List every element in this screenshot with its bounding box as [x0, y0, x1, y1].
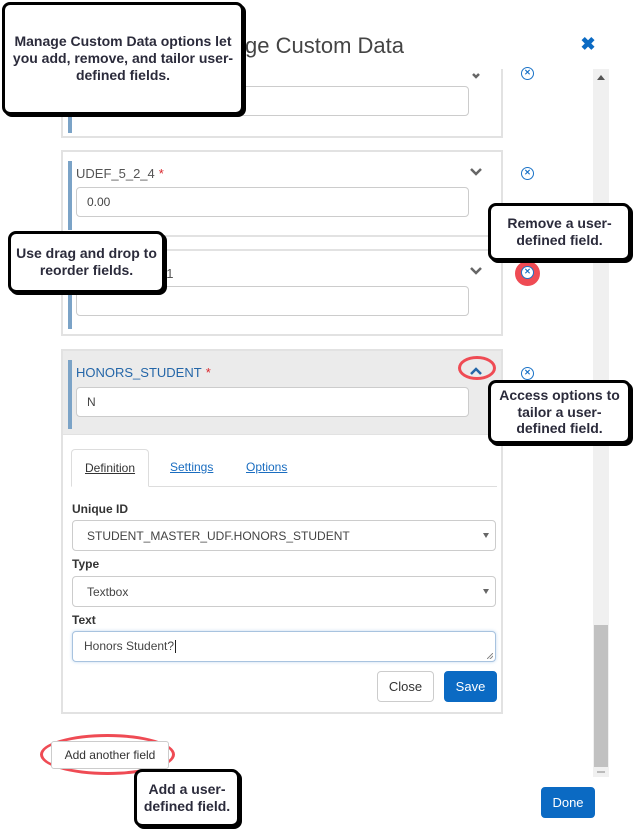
unique-id-select[interactable]: STUDENT_MASTER_UDF.HONORS_STUDENT — [72, 520, 496, 551]
callout-intro: Manage Custom Data options let you add, … — [2, 2, 244, 115]
close-dialog-button[interactable]: ✖ — [578, 34, 598, 54]
tab-options[interactable]: Options — [246, 449, 287, 486]
dropdown-caret-icon — [483, 589, 489, 594]
resize-handle[interactable] — [487, 653, 493, 659]
type-select[interactable]: Textbox — [72, 576, 496, 607]
tab-settings[interactable]: Settings — [170, 449, 213, 486]
callout-remove: Remove a user-defined field. — [488, 203, 631, 261]
close-x-icon: ✖ — [580, 34, 596, 54]
unique-id-label: Unique ID — [72, 502, 128, 516]
type-label: Type — [72, 557, 100, 571]
dropdown-caret-icon — [483, 533, 489, 538]
text-value: Honors Student? — [84, 639, 175, 653]
scroll-down-arrow-icon[interactable] — [597, 771, 605, 773]
text-cursor — [175, 640, 177, 654]
tab-definition[interactable]: Definition — [71, 449, 150, 487]
drag-handle[interactable] — [68, 360, 72, 429]
field-options-panel: Definition Settings Options Unique ID ST… — [61, 435, 503, 714]
scroll-up-arrow-icon[interactable] — [597, 75, 605, 80]
type-value: Textbox — [87, 585, 129, 599]
unique-id-value: STUDENT_MASTER_UDF.HONORS_STUDENT — [87, 529, 350, 543]
highlight-ring — [458, 356, 496, 380]
field-value-input[interactable]: N — [76, 387, 469, 417]
field-label: UDEF_5_2_4 * — [76, 166, 164, 181]
callout-drag-drop: Use drag and drop to reorder fields. — [8, 231, 165, 293]
field-card-active[interactable]: HONORS_STUDENT * N — [61, 349, 503, 436]
done-button[interactable]: Done — [541, 787, 595, 818]
chevron-down-icon[interactable] — [469, 164, 483, 178]
text-input[interactable]: Honors Student? — [72, 631, 496, 662]
remove-field-icon[interactable]: ✕ — [521, 167, 534, 180]
save-button[interactable]: Save — [444, 671, 497, 702]
close-button[interactable]: Close — [377, 671, 434, 702]
field-card[interactable]: UDEF_5_2_4 * 0.00 — [61, 150, 503, 237]
chevron-down-icon[interactable] — [469, 263, 483, 277]
callout-options: Access options to tailor a user-defined … — [488, 380, 631, 444]
chevron-down-icon[interactable] — [469, 67, 483, 81]
callout-add: Add a user-defined field. — [134, 769, 240, 827]
remove-field-icon[interactable]: ✕ — [521, 67, 534, 80]
drag-handle[interactable] — [68, 161, 72, 230]
remove-field-icon[interactable]: ✕ — [521, 367, 534, 380]
scrollbar-thumb[interactable] — [594, 625, 608, 767]
remove-field-icon[interactable]: ✕ — [521, 266, 534, 279]
field-value-input[interactable]: 0.00 — [76, 187, 469, 217]
field-label: HONORS_STUDENT * — [76, 365, 211, 380]
options-tabs: Definition Settings Options — [71, 449, 497, 487]
add-another-field-button[interactable]: Add another field — [51, 741, 169, 769]
text-label: Text — [72, 613, 96, 627]
